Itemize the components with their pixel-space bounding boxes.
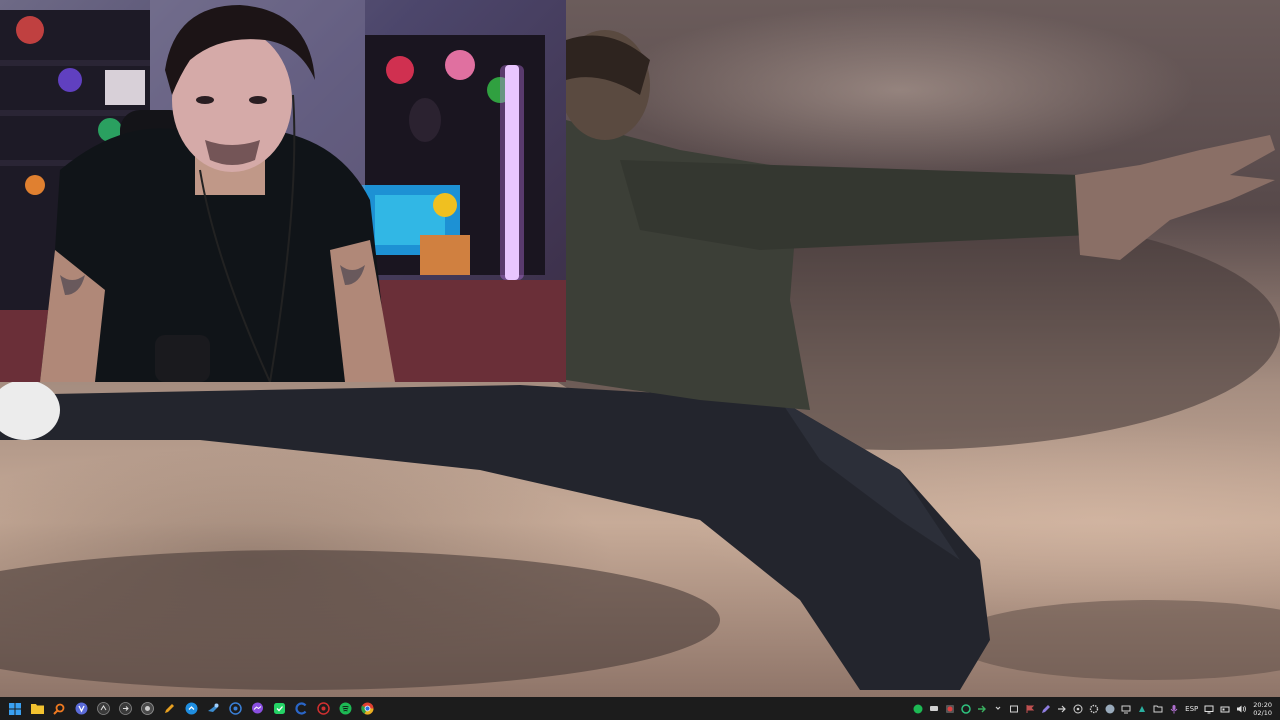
clock-time: 20:20 — [1253, 700, 1272, 709]
app-icon-obs[interactable] — [139, 701, 155, 717]
tray-teal-icon[interactable] — [1136, 703, 1148, 715]
spider-app-icon[interactable] — [315, 701, 331, 717]
pen-app-icon[interactable] — [161, 701, 177, 717]
app-icon-arrow[interactable] — [117, 701, 133, 717]
app-icon-ae[interactable] — [95, 701, 111, 717]
tray-forward-icon[interactable] — [1056, 703, 1068, 715]
desktop-screen: ESP 20:20 02/10 — [0, 0, 1280, 720]
steam-icon[interactable] — [205, 701, 221, 717]
taskbar-clock[interactable]: 20:20 02/10 — [1253, 701, 1272, 717]
tray-dots-icon[interactable] — [1072, 703, 1084, 715]
tray-chat-icon[interactable] — [928, 703, 940, 715]
vpn-app-icon[interactable] — [73, 701, 89, 717]
tray-folder-icon[interactable] — [1152, 703, 1164, 715]
tray-record-icon[interactable] — [944, 703, 956, 715]
chrome-icon[interactable] — [359, 701, 375, 717]
network-app-icon[interactable] — [227, 701, 243, 717]
tray-green-icon[interactable] — [912, 703, 924, 715]
webcam-scene — [0, 0, 566, 382]
wifi-icon[interactable] — [1219, 703, 1231, 715]
tray-pen-icon[interactable] — [1040, 703, 1052, 715]
tray-gear-icon[interactable] — [1088, 703, 1100, 715]
search-icon[interactable] — [51, 701, 67, 717]
tray-mic-icon[interactable] — [1168, 703, 1180, 715]
tray-arrow-icon[interactable] — [976, 703, 988, 715]
whatsapp-icon[interactable] — [271, 701, 287, 717]
cloud-app-icon[interactable] — [183, 701, 199, 717]
windows-taskbar: ESP 20:20 02/10 — [0, 697, 1280, 720]
volume-icon[interactable] — [1235, 703, 1247, 715]
tray-steam-icon[interactable] — [1104, 703, 1116, 715]
taskbar-pinned-apps — [4, 701, 378, 717]
tray-flag-icon[interactable] — [1024, 703, 1036, 715]
language-indicator[interactable]: ESP — [1185, 705, 1198, 713]
clock-date: 02/10 — [1253, 708, 1272, 717]
tray-chevron-icon[interactable] — [992, 703, 1004, 715]
system-tray: ESP 20:20 02/10 — [910, 701, 1276, 717]
ccleaner-icon[interactable] — [293, 701, 309, 717]
messenger-icon[interactable] — [249, 701, 265, 717]
tray-display-icon[interactable] — [1120, 703, 1132, 715]
webcam-overlay — [0, 0, 566, 382]
spotify-icon[interactable] — [337, 701, 353, 717]
file-explorer-icon[interactable] — [29, 701, 45, 717]
tray-circle-icon[interactable] — [960, 703, 972, 715]
monitor-icon[interactable] — [1203, 703, 1215, 715]
windows-start-icon[interactable] — [7, 701, 23, 717]
tray-box-icon[interactable] — [1008, 703, 1020, 715]
